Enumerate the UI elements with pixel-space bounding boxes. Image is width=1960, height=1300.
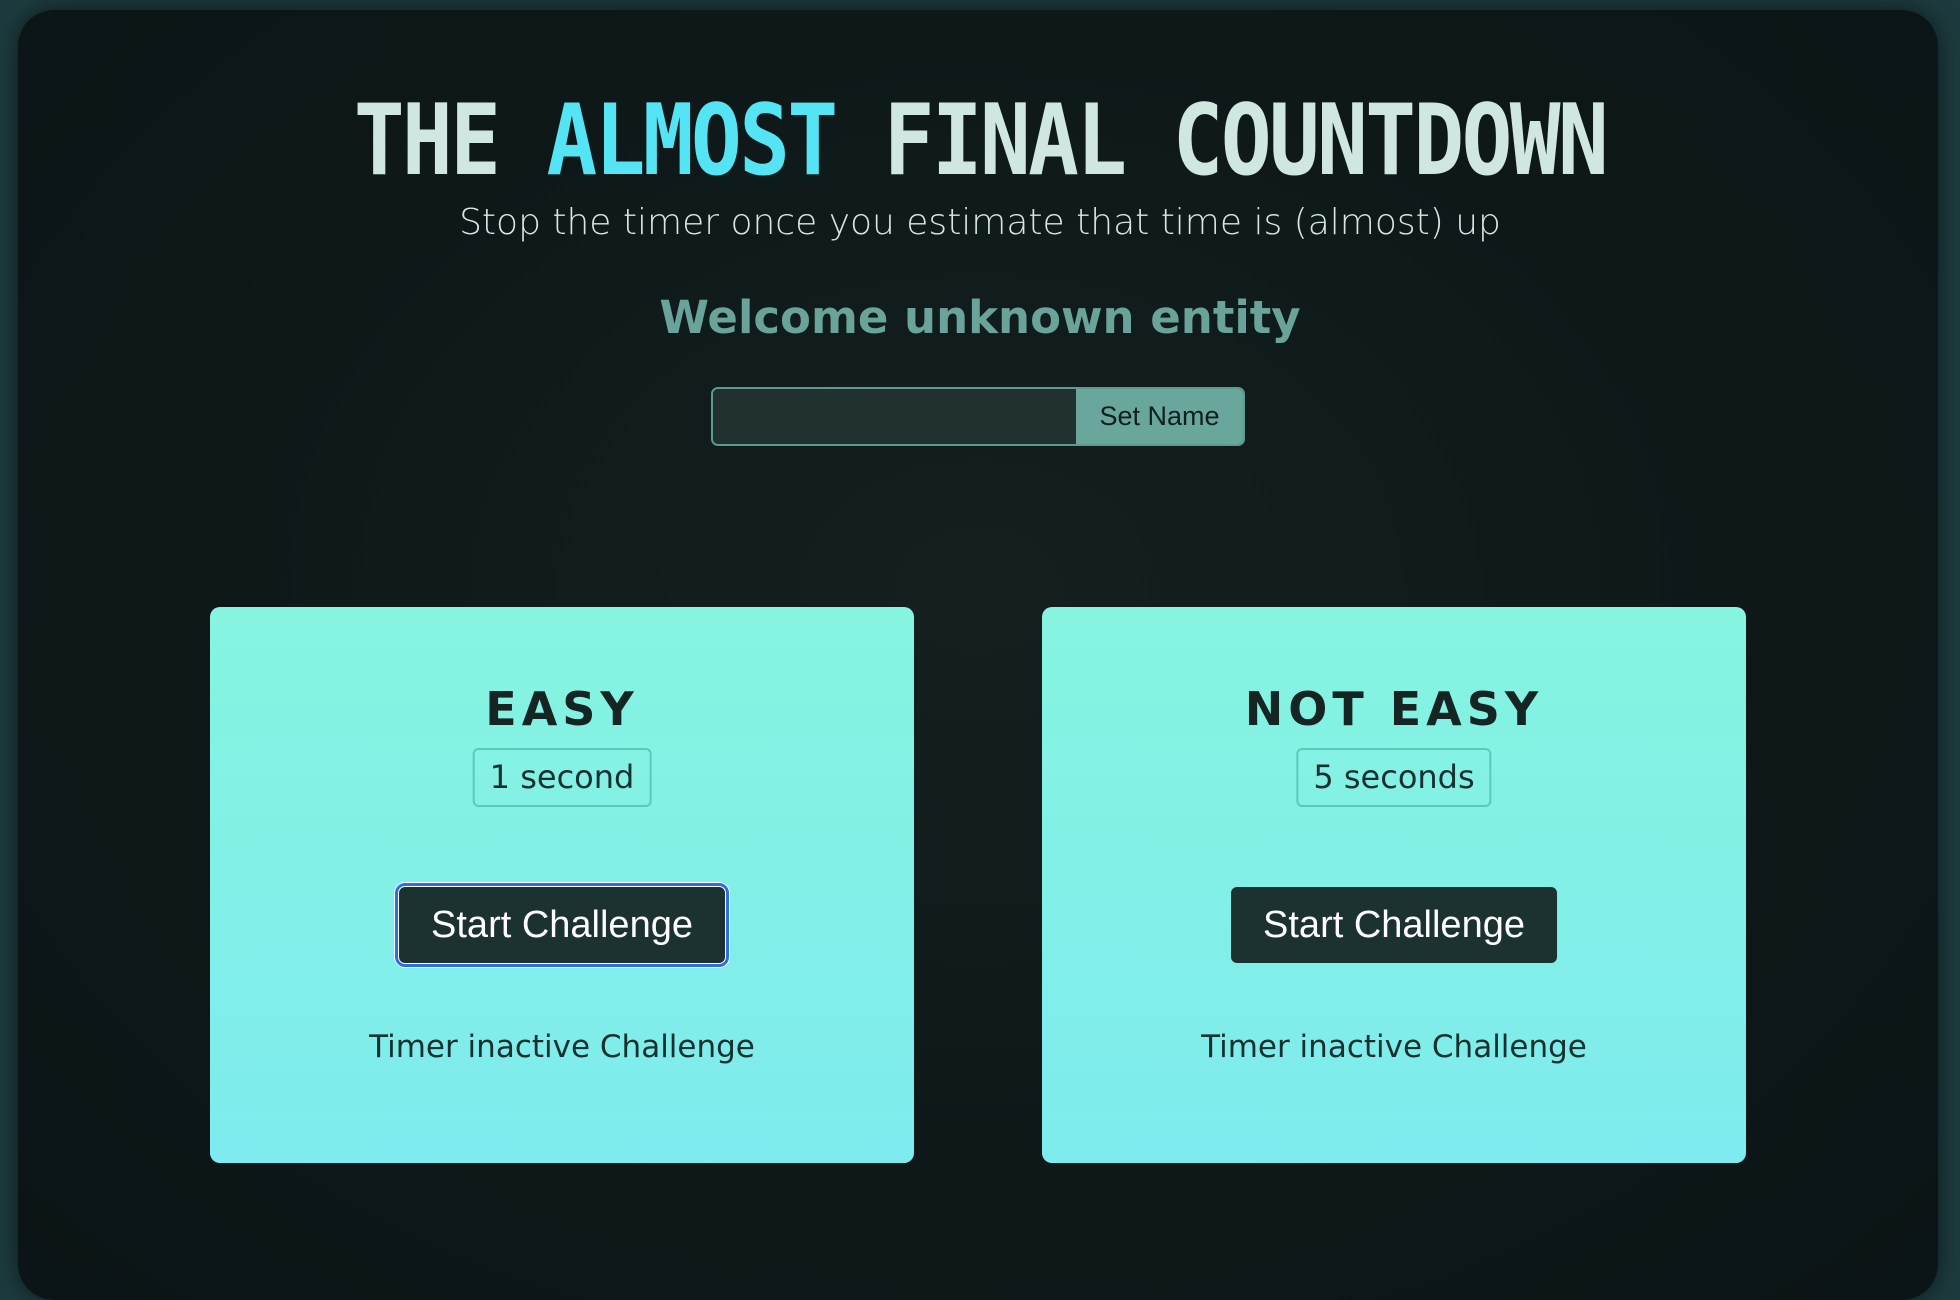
start-challenge-button-not-easy[interactable]: Start Challenge — [1231, 887, 1557, 963]
name-form: Set Name — [711, 387, 1245, 446]
name-input[interactable] — [713, 389, 1076, 444]
welcome-message: Welcome unknown entity — [659, 291, 1301, 344]
challenge-title: EASY — [485, 682, 639, 736]
set-name-button[interactable]: Set Name — [1076, 389, 1243, 444]
duration-badge: 5 seconds — [1296, 748, 1492, 807]
timer-status: Timer inactive Challenge — [369, 1029, 755, 1065]
title-word-almost: ALMOST — [546, 84, 839, 198]
timer-status: Timer inactive Challenge — [1201, 1029, 1587, 1065]
title-final-countdown: FINAL COUNTDOWN — [883, 84, 1609, 198]
title-word-the: THE — [353, 84, 501, 198]
challenge-card-not-easy: NOT EASY 5 seconds Start Challenge Timer… — [1042, 607, 1746, 1163]
start-challenge-button-easy[interactable]: Start Challenge — [395, 883, 729, 967]
page-title: THE ALMOST FINAL COUNTDOWN — [137, 88, 1823, 194]
duration-badge: 1 second — [472, 748, 652, 807]
challenge-card-easy: EASY 1 second Start Challenge Timer inac… — [210, 607, 914, 1163]
page-subtitle: Stop the timer once you estimate that ti… — [459, 202, 1501, 243]
challenge-title: NOT EASY — [1244, 682, 1544, 736]
